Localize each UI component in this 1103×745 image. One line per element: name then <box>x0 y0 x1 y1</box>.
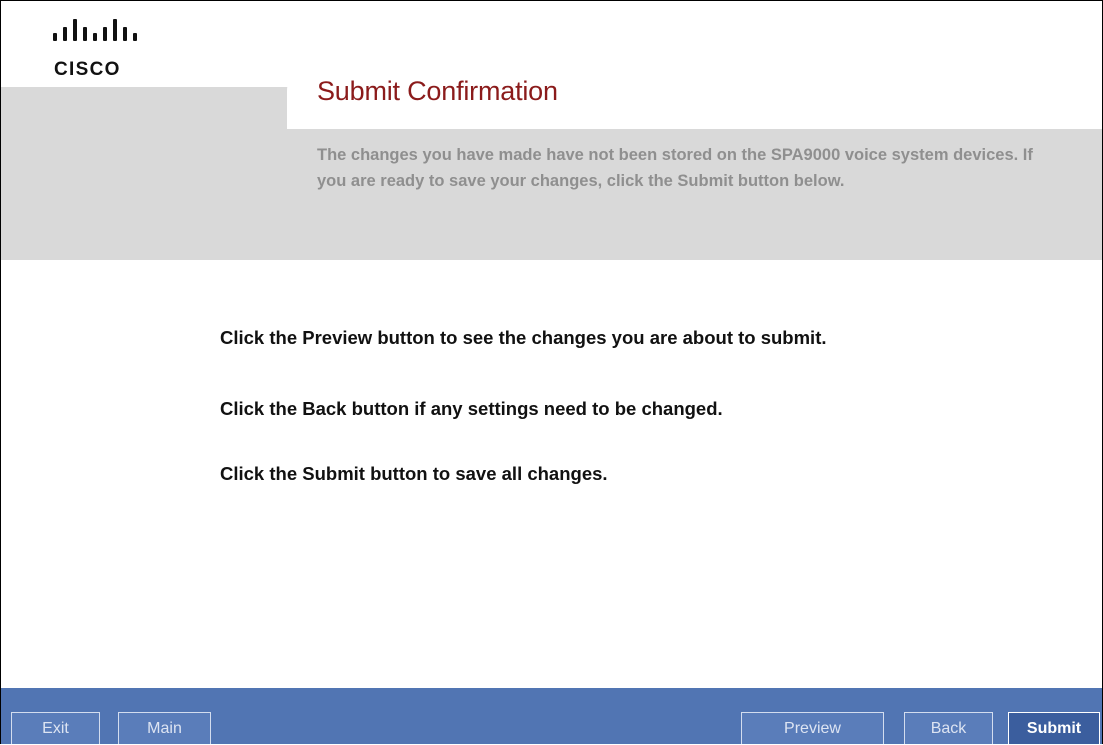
back-button[interactable]: Back <box>904 712 993 744</box>
instruction-preview: Click the Preview button to see the chan… <box>220 327 827 348</box>
cisco-bars-logo-icon <box>53 19 137 41</box>
main-button[interactable]: Main <box>118 712 211 744</box>
submit-button[interactable]: Submit <box>1008 712 1100 744</box>
header: CISCO Submit Confirmation The changes yo… <box>1 1 1102 260</box>
wizard-window: CISCO Submit Confirmation The changes yo… <box>0 0 1103 744</box>
instruction-submit: Click the Submit button to save all chan… <box>220 463 608 484</box>
content-area: Click the Preview button to see the chan… <box>1 260 1102 688</box>
instruction-back: Click the Back button if any settings ne… <box>220 398 723 419</box>
page-title: Submit Confirmation <box>317 76 558 106</box>
page-subtitle: The changes you have made have not been … <box>317 146 1033 190</box>
footer-toolbar: Exit Main Preview Back Submit <box>1 688 1102 744</box>
exit-button[interactable]: Exit <box>11 712 100 744</box>
logo-text: CISCO <box>54 59 121 80</box>
preview-button[interactable]: Preview <box>741 712 884 744</box>
cisco-logo: CISCO <box>45 17 165 87</box>
